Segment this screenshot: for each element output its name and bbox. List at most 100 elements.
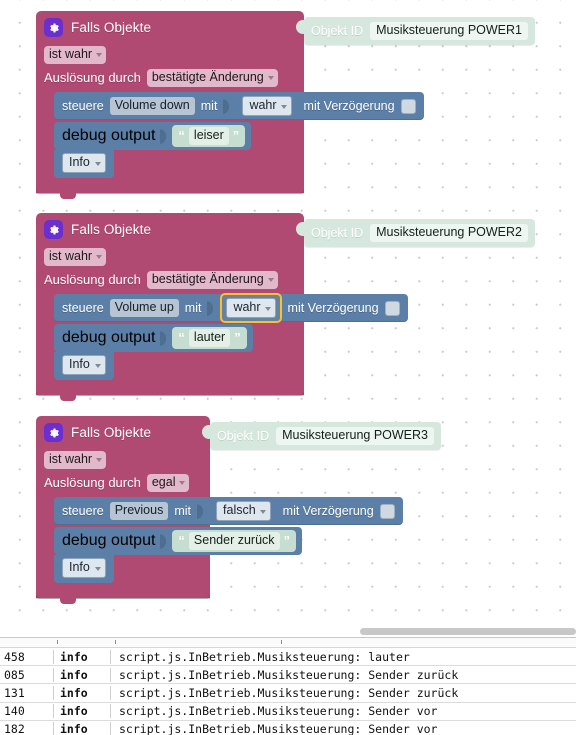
condition-row[interactable]: ist wahr [36,448,210,471]
value-socket [223,98,231,114]
condition-dropdown[interactable]: ist wahr [44,450,107,469]
value-socket [197,503,205,519]
log-row[interactable]: 182 info script.js.InBetrieb.Musiksteuer… [0,721,576,735]
debug-text-socket [160,128,168,144]
condition-row[interactable]: ist wahr [36,245,304,268]
hat-block-falls-objekte[interactable]: Falls Objekte ist wahr Auslösung durch e… [36,416,403,604]
control-target-field[interactable]: Previous [109,502,169,520]
control-value-dropdown[interactable]: falsch [216,501,271,521]
control-block[interactable]: steuere Volume up mit wahr mit Verzögeru… [54,293,408,323]
object-id-plug [296,20,305,34]
bottom-notch [60,193,76,199]
debug-output-block[interactable]: debug output “ Sender zurück ” [54,527,303,555]
debug-level-dropdown[interactable]: Info [62,153,106,173]
control-value-wrapper[interactable]: wahr [220,293,282,323]
blockly-workspace[interactable]: Falls Objekte ist wahr Auslösung durch b… [0,0,576,627]
hat-foot [36,382,304,401]
log-row[interactable]: 131 info script.js.InBetrieb.Musiksteuer… [0,684,576,703]
log-header-ruler [0,638,576,648]
gear-icon[interactable] [44,18,63,37]
trigger-dropdown[interactable]: bestätigte Änderung [146,68,278,87]
object-id-label: Objekt ID [311,24,364,38]
debug-output-block[interactable]: debug output “ leiser ” [54,122,252,150]
condition-dropdown[interactable]: ist wahr [44,247,107,266]
value-socket [207,300,215,316]
gear-icon[interactable] [44,423,63,442]
hat-foot [36,180,304,199]
hat-block-falls-objekte[interactable]: Falls Objekte ist wahr Auslösung durch b… [36,11,424,199]
debug-level-dropdown[interactable]: Info [62,355,106,375]
inner-stack: steuere Previous mit falsch mit Verzöger… [54,497,403,583]
object-id-value[interactable]: Musiksteuerung POWER1 [370,22,528,40]
log-row[interactable]: 140 info script.js.InBetrieb.Musiksteuer… [0,703,576,721]
control-value-wrapper[interactable]: falsch [210,496,277,526]
debug-level-row[interactable]: Info [54,352,114,380]
debug-output-label: debug output [62,532,156,549]
hat-header: Falls Objekte [36,11,304,43]
control-value-wrapper[interactable]: wahr [236,91,297,121]
debug-level-dropdown[interactable]: Info [62,558,106,578]
trigger-row[interactable]: Auslösung durch egal [36,471,210,494]
object-id-plug [296,222,305,236]
delay-checkbox[interactable] [400,98,416,114]
trigger-row[interactable]: Auslösung durch bestätigte Änderung [36,268,304,291]
object-id-block[interactable]: Objekt ID Musiksteuerung POWER1 [296,17,535,45]
condition-dropdown[interactable]: ist wahr [44,45,107,64]
delay-checkbox[interactable] [379,503,395,519]
control-target-field[interactable]: Volume down [109,97,195,115]
control-block[interactable]: steuere Previous mit falsch mit Verzöger… [54,497,403,525]
control-with-label: mit [184,301,202,315]
debug-text-socket [160,330,168,346]
object-id-value[interactable]: Musiksteuerung POWER3 [276,427,434,445]
object-id-value[interactable]: Musiksteuerung POWER2 [370,224,528,242]
string-block[interactable]: “ leiser ” [172,125,246,147]
hat-title: Falls Objekte [71,425,152,440]
object-id-block[interactable]: Objekt ID Musiksteuerung POWER2 [296,219,535,247]
log-timestamp: 085 [0,667,54,682]
condition-row[interactable]: ist wahr [36,43,304,66]
quote-open-icon: “ [178,128,185,143]
trigger-row[interactable]: Auslösung durch bestätigte Änderung [36,66,304,89]
delay-checkbox[interactable] [384,300,400,316]
string-value-field[interactable]: Sender zurück [188,532,280,550]
control-value-dropdown[interactable]: wahr [242,96,292,116]
object-id-block[interactable]: Objekt ID Musiksteuerung POWER3 [202,422,441,450]
quote-close-icon: ” [232,128,240,143]
debug-output-block[interactable]: debug output “ lauter ” [54,324,253,352]
object-id-label: Objekt ID [311,226,364,240]
hat-title: Falls Objekte [71,222,152,237]
log-timestamp: 140 [0,704,54,719]
gear-icon[interactable] [44,220,63,239]
log-pane[interactable]: 458 info script.js.InBetrieb.Musiksteuer… [0,637,576,735]
block-group-1[interactable]: Falls Objekte ist wahr Auslösung durch b… [36,11,535,199]
control-block[interactable]: steuere Volume down mit wahr mit Verzöge… [54,92,424,120]
control-target-field[interactable]: Volume up [109,299,179,317]
block-group-3[interactable]: Falls Objekte ist wahr Auslösung durch e… [36,416,441,604]
log-level: info [54,667,111,682]
block-group-2[interactable]: Falls Objekte ist wahr Auslösung durch b… [36,213,535,401]
string-block[interactable]: “ lauter ” [172,327,247,349]
log-row[interactable]: 458 info script.js.InBetrieb.Musiksteuer… [0,648,576,667]
trigger-dropdown[interactable]: egal [146,473,190,492]
inner-stack: steuere Volume up mit wahr mit Verzögeru… [54,293,408,380]
debug-level-row[interactable]: Info [54,555,114,583]
control-verb-label: steuere [62,301,104,315]
log-message: script.js.InBetrieb.Musiksteuerung: Send… [119,722,438,735]
control-with-label: mit [200,99,218,113]
quote-close-icon: ” [234,330,241,345]
trigger-label: Auslösung durch [44,475,141,490]
log-row[interactable]: 085 info script.js.InBetrieb.Musiksteuer… [0,666,576,685]
trigger-dropdown[interactable]: bestätigte Änderung [146,270,278,289]
horizontal-scrollbar-thumb[interactable] [360,628,576,635]
string-block[interactable]: “ Sender zurück ” [172,530,297,552]
object-id-plug [202,425,211,439]
bottom-notch [60,598,76,604]
quote-open-icon: “ [178,330,185,345]
debug-level-row[interactable]: Info [54,150,114,178]
log-message: script.js.InBetrieb.Musiksteuerung: Send… [119,685,459,700]
hat-block-falls-objekte[interactable]: Falls Objekte ist wahr Auslösung durch b… [36,213,408,401]
string-value-field[interactable]: lauter [188,329,231,347]
string-value-field[interactable]: leiser [188,127,229,145]
horizontal-scrollbar[interactable] [0,627,576,637]
control-value-dropdown[interactable]: wahr [226,298,276,318]
